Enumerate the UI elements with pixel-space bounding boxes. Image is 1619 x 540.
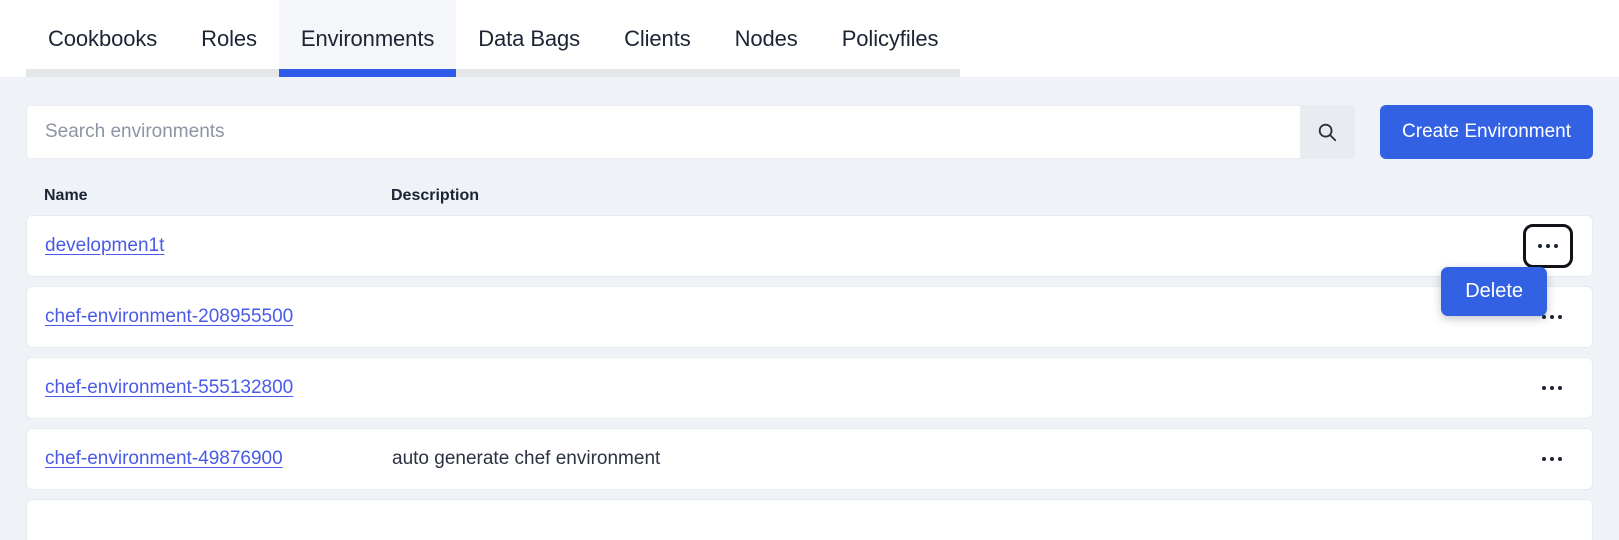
ellipsis-icon: [1558, 386, 1562, 390]
tab-policyfiles[interactable]: Policyfiles: [820, 0, 961, 77]
cell-name: chef-environment-49876900: [27, 448, 392, 470]
context-menu-item-delete[interactable]: Delete: [1441, 267, 1547, 316]
tab-nodes[interactable]: Nodes: [713, 0, 820, 77]
table-row: [26, 499, 1593, 540]
cell-name: chef-environment-208955500: [27, 306, 392, 328]
column-header-description: Description: [391, 187, 1483, 205]
cell-description: auto generate chef environment: [392, 448, 1482, 470]
column-header-name: Name: [26, 187, 391, 205]
page-body: Create Environment Name Description deve…: [0, 77, 1619, 540]
tab-indicator: [456, 69, 602, 77]
environment-link[interactable]: developmen1t: [45, 235, 164, 256]
search-button[interactable]: [1300, 106, 1354, 158]
tab-indicator: [713, 69, 820, 77]
tab-indicator: [602, 69, 713, 77]
create-environment-button[interactable]: Create Environment: [1380, 105, 1593, 159]
row-menu-button[interactable]: [1534, 380, 1570, 396]
ellipsis-icon: [1558, 457, 1562, 461]
ellipsis-icon: [1550, 457, 1554, 461]
column-header-actions: [1483, 187, 1593, 205]
tab-label: Roles: [201, 26, 257, 52]
search-field-wrapper: [26, 105, 1355, 159]
environment-link[interactable]: chef-environment-208955500: [45, 306, 293, 327]
ellipsis-icon: [1538, 244, 1542, 248]
tab-bar: Cookbooks Roles Environments Data Bags Clien…: [0, 0, 1619, 77]
table-row: chef-environment-555132800: [26, 357, 1593, 419]
tab-indicator: [179, 69, 279, 77]
ellipsis-icon: [1542, 315, 1546, 319]
tab-active-indicator: [279, 69, 456, 77]
tab-data-bags[interactable]: Data Bags: [456, 0, 602, 77]
ellipsis-icon: [1542, 457, 1546, 461]
cell-actions: [1482, 380, 1592, 396]
table-body: developmen1t chef-environment-208955500 ch…: [26, 215, 1593, 540]
row-menu-button[interactable]: [1534, 451, 1570, 467]
tab-label: Policyfiles: [842, 26, 939, 52]
search-input[interactable]: [27, 106, 1300, 158]
cell-name: developmen1t: [27, 235, 392, 257]
search-row: Create Environment: [26, 77, 1593, 159]
table-header: Name Description: [26, 159, 1593, 215]
tab-indicator: [820, 69, 961, 77]
ellipsis-icon: [1542, 386, 1546, 390]
tab-roles[interactable]: Roles: [179, 0, 279, 77]
tab-label: Environments: [301, 26, 434, 52]
tab-label: Nodes: [735, 26, 798, 52]
ellipsis-icon: [1546, 244, 1550, 248]
cell-actions: [1482, 451, 1592, 467]
ellipsis-icon: [1558, 315, 1562, 319]
tab-label: Clients: [624, 26, 691, 52]
tab-environments[interactable]: Environments: [279, 0, 456, 77]
tab-clients[interactable]: Clients: [602, 0, 713, 77]
tab-label: Data Bags: [478, 26, 580, 52]
tab-label: Cookbooks: [48, 26, 157, 52]
environment-link[interactable]: chef-environment-49876900: [45, 448, 283, 469]
tab-cookbooks[interactable]: Cookbooks: [26, 0, 179, 77]
ellipsis-icon: [1550, 386, 1554, 390]
ellipsis-icon: [1550, 315, 1554, 319]
cell-actions: [1482, 227, 1592, 265]
table-row: chef-environment-49876900 auto generate c…: [26, 428, 1593, 490]
tab-indicator: [26, 69, 179, 77]
table-row: chef-environment-208955500: [26, 286, 1593, 348]
row-menu-button[interactable]: [1526, 227, 1570, 265]
table-row: developmen1t: [26, 215, 1593, 277]
ellipsis-icon: [1554, 244, 1558, 248]
cell-name: chef-environment-555132800: [27, 377, 392, 399]
environment-link[interactable]: chef-environment-555132800: [45, 377, 293, 398]
search-icon: [1316, 121, 1338, 143]
